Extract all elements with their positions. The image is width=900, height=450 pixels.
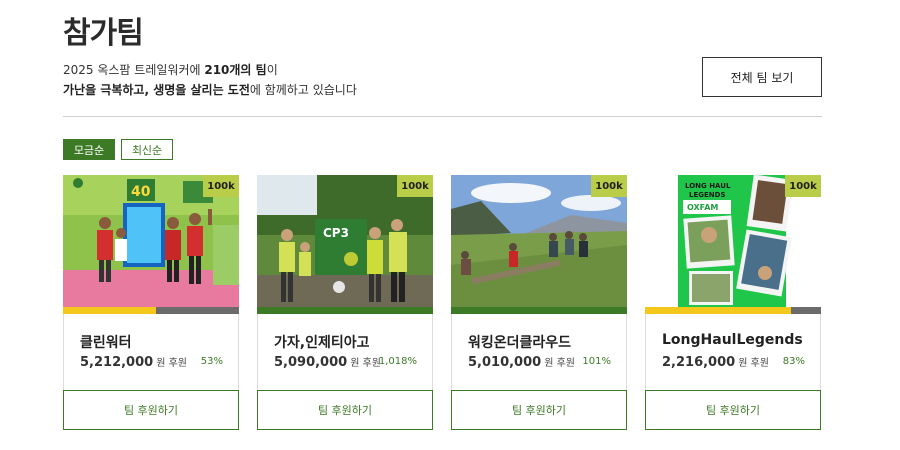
team-amount: 5,010,000 원 후원: [468, 355, 575, 370]
progress-fill: [645, 307, 792, 314]
team-card[interactable]: 40 100k 클린워터 5,212,000 원 후원 53% 팀 후원하기: [63, 175, 239, 430]
progress-fill: [257, 307, 433, 314]
distance-badge: 100k: [203, 175, 239, 197]
team-name[interactable]: LongHaulLegends: [662, 332, 803, 348]
intro-line-1: 2025 옥스팜 트레일워커에 210개의 팀이: [63, 63, 278, 77]
team-name[interactable]: 워킹온더클라우드: [468, 332, 571, 352]
progress-bar: [645, 307, 821, 314]
team-amount: 2,216,000 원 후원: [662, 355, 769, 370]
progress-bar: [451, 307, 627, 314]
support-team-button[interactable]: 팀 후원하기: [257, 390, 433, 430]
svg-text:CP3: CP3: [323, 226, 349, 240]
support-team-button[interactable]: 팀 후원하기: [451, 390, 627, 430]
team-card[interactable]: LONG HAUL LEGENDS OXFAM 100k LongHaulLeg…: [645, 175, 821, 430]
distance-badge: 100k: [397, 175, 433, 197]
intro-line-2: 가난을 극복하고, 생명을 살리는 도전에 함께하고 있습니다: [63, 83, 357, 97]
progress-fill: [451, 307, 627, 314]
sort-by-fundraising-button[interactable]: 모금순: [63, 139, 115, 160]
intro-text: 2025 옥스팜 트레일워커에 210개의 팀이 가난을 극복하고, 생명을 살…: [63, 60, 357, 100]
distance-badge: 100k: [785, 175, 821, 197]
page-title: 참가팀: [63, 16, 144, 51]
team-name[interactable]: 가자,인제티아고: [274, 332, 369, 352]
progress-bar: [63, 307, 239, 314]
support-team-button[interactable]: 팀 후원하기: [645, 390, 821, 430]
svg-text:LONG HAUL: LONG HAUL: [685, 182, 731, 190]
view-all-teams-button[interactable]: 전체 팀 보기: [702, 57, 822, 97]
team-card[interactable]: 100k 워킹온더클라우드 5,010,000 원 후원 101% 팀 후원하기: [451, 175, 627, 430]
team-name[interactable]: 클린워터: [80, 332, 132, 352]
progress-fill: [63, 307, 157, 314]
sort-by-latest-button[interactable]: 최신순: [121, 139, 173, 160]
distance-badge: 100k: [591, 175, 627, 197]
section-divider: [63, 116, 822, 117]
progress-bar: [257, 307, 433, 314]
svg-text:OXFAM: OXFAM: [687, 203, 718, 212]
svg-text:LEGENDS: LEGENDS: [689, 191, 725, 199]
team-amount: 5,090,000 원 후원: [274, 355, 381, 370]
support-team-button[interactable]: 팀 후원하기: [63, 390, 239, 430]
svg-text:40: 40: [131, 184, 151, 200]
team-percent: 83%: [782, 356, 805, 367]
team-percent: 1,018%: [378, 356, 417, 367]
team-percent: 101%: [582, 356, 611, 367]
team-card[interactable]: CP3 100k 가자,인제티아고 5,090,000 원 후원 1,018% 팀…: [257, 175, 433, 430]
team-amount: 5,212,000 원 후원: [80, 355, 187, 370]
team-percent: 53%: [200, 356, 223, 367]
